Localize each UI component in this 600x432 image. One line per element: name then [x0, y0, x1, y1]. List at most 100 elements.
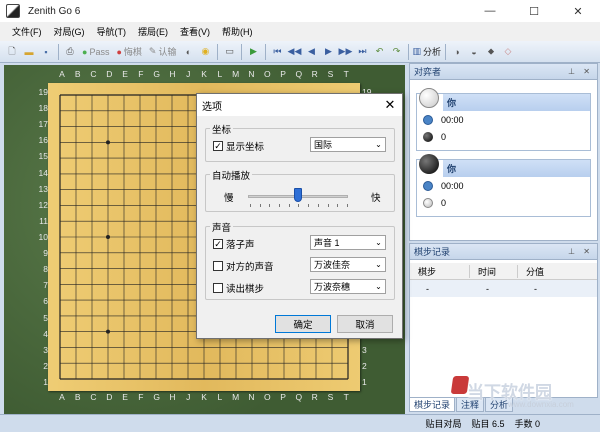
- players-panel-header: 对弈者 ⊥ ✕: [410, 64, 597, 80]
- coords-style-value: 国际: [314, 140, 333, 150]
- last-move-icon[interactable]: ⏭: [354, 44, 370, 60]
- column-label: K: [201, 392, 207, 402]
- stone-sound-checkbox[interactable]: ✓: [213, 239, 223, 249]
- forward-fast-icon[interactable]: ▶▶: [337, 44, 353, 60]
- column-label: R: [311, 69, 318, 79]
- speed-slider-thumb[interactable]: [294, 188, 302, 202]
- cell-move: -: [426, 283, 429, 294]
- row-label: 13: [38, 183, 48, 194]
- cell-score: -: [534, 283, 537, 294]
- players-panel-title: 对弈者: [414, 67, 442, 77]
- column-label: D: [106, 69, 113, 79]
- open-folder-icon[interactable]: ▬: [21, 44, 37, 60]
- pin-icon[interactable]: ⊥ ✕: [568, 67, 593, 76]
- branch-left-icon[interactable]: ↶: [371, 44, 387, 60]
- stone-sound-label: 落子声: [226, 240, 255, 251]
- column-label: S: [327, 392, 334, 402]
- row-label: 2: [362, 360, 367, 371]
- row-label: 7: [43, 280, 48, 291]
- white-stone-icon: [419, 88, 439, 108]
- star-point: [106, 235, 110, 239]
- column-label: J: [186, 392, 191, 402]
- maximize-button[interactable]: ☐: [512, 0, 556, 22]
- stones-icon[interactable]: ◑: [449, 44, 465, 60]
- read-moves-label: 读出棋步: [226, 284, 265, 295]
- column-label: P: [280, 392, 286, 402]
- opponent-sound-checkbox[interactable]: [213, 261, 223, 271]
- stone-sound-value: 声音 1: [314, 238, 340, 248]
- column-header-move[interactable]: 棋步: [410, 264, 470, 278]
- minimize-button[interactable]: —: [468, 0, 512, 22]
- eraser-icon[interactable]: ◇: [500, 44, 516, 60]
- back-icon[interactable]: ◀: [303, 44, 319, 60]
- new-file-icon[interactable]: 🗋: [4, 44, 20, 60]
- opponent-sound-select[interactable]: 万波佳奈 ⌄: [310, 257, 386, 272]
- chevron-down-icon: ⌄: [375, 282, 382, 291]
- column-label: N: [248, 392, 255, 402]
- read-moves-checkbox[interactable]: [213, 283, 223, 293]
- column-label: G: [153, 392, 160, 402]
- menu-view[interactable]: 查看(V): [180, 25, 210, 38]
- chevron-down-icon: ⌄: [375, 260, 382, 269]
- column-label: A: [59, 69, 65, 79]
- toolbar-separator: [241, 43, 243, 60]
- table-row[interactable]: - - -: [410, 280, 597, 297]
- cell-time: -: [486, 283, 489, 294]
- column-label: R: [311, 392, 318, 402]
- menu-help[interactable]: 帮助(H): [222, 25, 253, 38]
- row-label: 5: [43, 312, 48, 323]
- dialog-close-icon[interactable]: ✕: [378, 97, 402, 113]
- star-point: [106, 329, 110, 334]
- bulb-icon[interactable]: ◉: [197, 44, 213, 60]
- clock-icon: [423, 181, 433, 191]
- analyze-label: 分析: [422, 47, 441, 57]
- chevron-down-icon: ⌄: [375, 238, 382, 247]
- menu-file[interactable]: 文件(F): [12, 25, 42, 38]
- back-fast-icon[interactable]: ◀◀: [286, 44, 302, 60]
- autoplay-group: 自动播放 慢 快: [205, 168, 395, 212]
- ok-button[interactable]: 确定: [275, 315, 331, 333]
- stones-alt-icon[interactable]: ◒: [466, 44, 482, 60]
- column-label: G: [153, 69, 160, 79]
- print-icon[interactable]: ⎙: [62, 44, 78, 60]
- save-icon[interactable]: ▪: [38, 44, 54, 60]
- column-header-time[interactable]: 时间: [470, 264, 518, 278]
- column-label: Q: [295, 392, 303, 402]
- pin-icon[interactable]: ⊥ ✕: [568, 247, 593, 256]
- show-coords-checkbox[interactable]: ✓: [213, 141, 223, 151]
- analyze-button[interactable]: ▥ 分析: [412, 44, 441, 60]
- tab-move-record[interactable]: 棋步记录: [409, 398, 456, 412]
- toolbar-separator: [217, 43, 219, 60]
- undo-move-button[interactable]: ● 悔棋: [113, 44, 144, 60]
- forward-icon[interactable]: ▶: [320, 44, 336, 60]
- stone-sound-select[interactable]: 声音 1 ⌄: [310, 235, 386, 250]
- status-mode: 贴目对局: [425, 419, 462, 429]
- black-captures-row: 0: [417, 195, 590, 211]
- hint-icon[interactable]: ◐: [180, 44, 196, 60]
- column-label: T: [343, 69, 349, 79]
- coords-group-label: 坐标: [210, 122, 234, 136]
- column-label: K: [201, 69, 207, 79]
- black-stone-icon: [419, 154, 439, 174]
- resign-button[interactable]: ✎ 认输: [146, 44, 180, 60]
- menu-setup[interactable]: 摆局(E): [138, 25, 168, 38]
- options-dialog: 选项 ✕ 坐标 ✓ 显示坐标 国际 ⌄ 自动播放 慢 快 声音 ✓ 落子声 声音…: [196, 93, 403, 339]
- cancel-button[interactable]: 取消: [337, 315, 393, 333]
- close-button[interactable]: ✕: [556, 0, 600, 22]
- undo-label: 悔棋: [123, 47, 142, 57]
- menu-game[interactable]: 对局(G): [54, 25, 85, 38]
- stone-sound-row: ✓ 落子声: [213, 237, 255, 251]
- branch-right-icon[interactable]: ↷: [388, 44, 404, 60]
- star-point: [106, 140, 110, 145]
- fast-label: 快: [371, 193, 381, 204]
- menu-navigate[interactable]: 导航(T): [97, 25, 127, 38]
- column-header-score[interactable]: 分值: [518, 265, 597, 278]
- coords-style-select[interactable]: 国际 ⌄: [310, 137, 386, 152]
- first-move-icon[interactable]: ⏮: [269, 44, 285, 60]
- erase-icon[interactable]: ▭: [221, 44, 237, 60]
- marker-icon[interactable]: ⬥: [483, 44, 499, 60]
- moves-table: 棋步 时间 分值 - - -: [410, 263, 597, 297]
- pass-button[interactable]: ● Pass: [79, 44, 112, 60]
- read-moves-select[interactable]: 万波奈穗 ⌄: [310, 279, 386, 294]
- play-icon[interactable]: ▶: [245, 44, 261, 60]
